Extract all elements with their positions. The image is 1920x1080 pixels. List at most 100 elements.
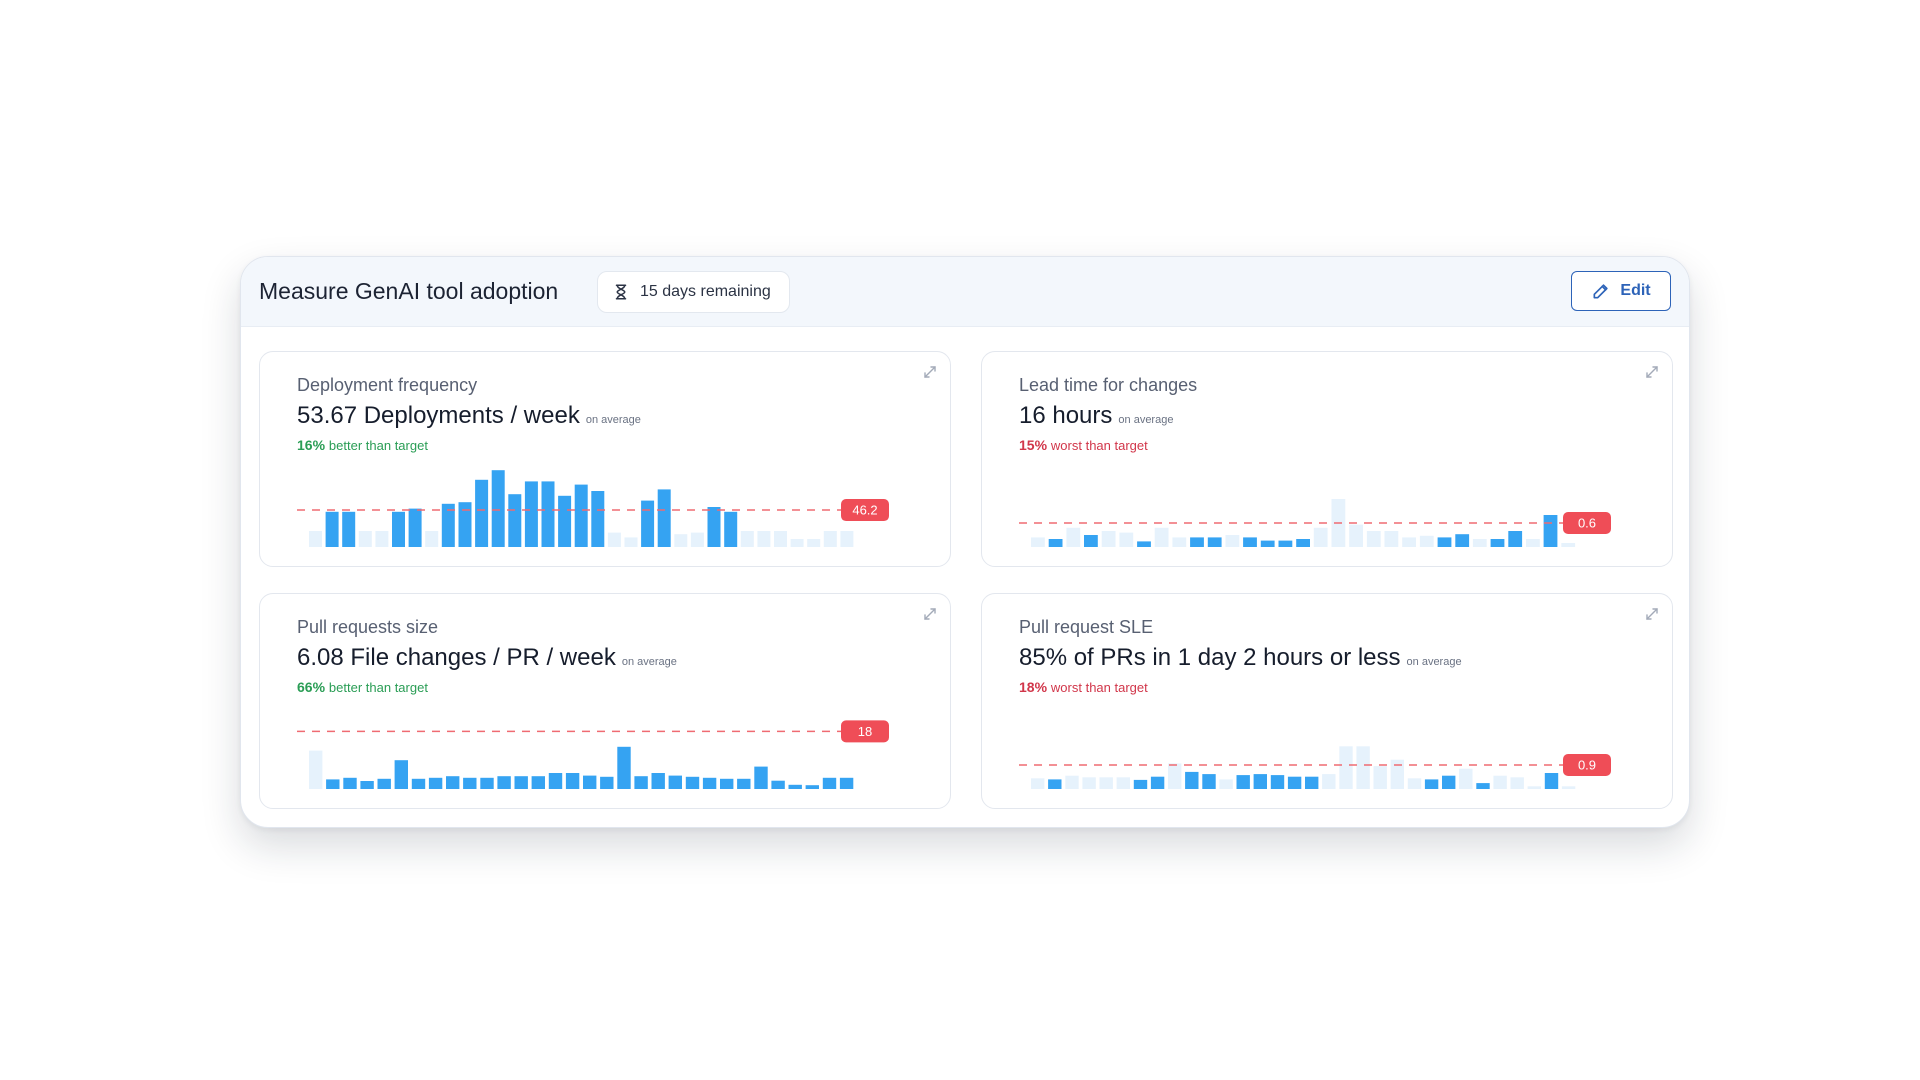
chart-bar — [1048, 539, 1063, 547]
chart-bar — [1253, 774, 1267, 789]
chart-bar — [634, 776, 648, 789]
chart-bar — [342, 511, 356, 547]
chart-bar — [508, 494, 522, 547]
expand-icon[interactable] — [922, 364, 938, 380]
edit-button-label: Edit — [1620, 282, 1651, 299]
metric-value: 85% of PRs in 1 day 2 hours or less on a… — [1019, 644, 1462, 672]
metric-value-main: 6.08 File changes / PR / week — [297, 644, 616, 671]
chart-bar — [1305, 776, 1319, 789]
metric-value-suffix: on average — [621, 656, 677, 668]
chart-bar — [408, 508, 422, 547]
chart-bar — [1278, 540, 1293, 547]
chart-bar — [1185, 771, 1199, 789]
chart-bar — [1048, 779, 1062, 789]
chart-bar — [1561, 543, 1576, 547]
chart-bar — [771, 780, 785, 789]
metric-delta: 15% worst than target — [1019, 437, 1148, 453]
chart-bar — [463, 777, 477, 789]
metric-value-suffix: on average — [1406, 656, 1462, 668]
metric-delta: 18% worst than target — [1019, 679, 1148, 695]
lead-time-chart: 0.6 — [1019, 499, 1611, 547]
expand-icon[interactable] — [1644, 606, 1660, 622]
chart-bar — [1313, 527, 1328, 547]
chart-bar — [807, 539, 821, 547]
chart-bar — [651, 773, 665, 789]
chart-bar — [1437, 537, 1452, 547]
chart-bar — [1419, 535, 1434, 547]
chart-bar — [1084, 535, 1098, 547]
chart-bar — [325, 511, 339, 547]
chart-bar — [1493, 775, 1507, 789]
chart-bar — [1561, 786, 1576, 789]
metric-delta-percent: 66% — [297, 679, 326, 695]
chart-bar — [607, 532, 621, 547]
expand-icon[interactable] — [922, 606, 938, 622]
chart-bar — [1472, 539, 1487, 547]
chart-bar — [790, 539, 804, 547]
chart-bar — [1366, 531, 1381, 547]
metric-card-pull-requests-size: Pull requests size 6.08 File changes / P… — [259, 593, 951, 809]
chart-bar — [1407, 778, 1422, 789]
chart-bar — [1243, 537, 1257, 547]
metric-value-main: 53.67 Deployments / week — [297, 402, 580, 429]
chart-bar — [1031, 537, 1045, 547]
metric-delta-percent: 15% — [1019, 437, 1048, 453]
chart-bar — [1150, 776, 1165, 789]
chart-bar — [375, 531, 389, 547]
deployment-frequency-chart: 46.2 — [297, 470, 889, 547]
chart-bar — [707, 507, 721, 547]
chart-bar — [1219, 779, 1233, 789]
metric-delta-text: worst than target — [1050, 438, 1148, 453]
metric-card-pull-request-sle: Pull request SLE 85% of PRs in 1 day 2 h… — [981, 593, 1673, 809]
metric-delta: 16% better than target — [297, 437, 428, 453]
metric-delta-text: better than target — [328, 680, 428, 695]
chart-bar — [674, 534, 688, 547]
chart-bar — [491, 470, 505, 547]
chart-bar — [411, 778, 426, 789]
chart-bar — [690, 532, 704, 547]
goal-panel: Measure GenAI tool adoption 15 days rema… — [240, 256, 1690, 828]
chart-bar — [788, 784, 802, 789]
chart-bar — [497, 776, 511, 789]
chart-bar — [360, 781, 374, 789]
metric-value-main: 85% of PRs in 1 day 2 hours or less — [1019, 644, 1401, 671]
pull-requests-size-chart: 18 — [297, 720, 889, 789]
chart-bar — [1455, 534, 1470, 547]
metric-delta: 66% better than target — [297, 679, 428, 695]
target-value-label: 0.9 — [1578, 758, 1596, 773]
chart-bar — [822, 777, 837, 789]
chart-bar — [1510, 777, 1524, 789]
chart-bar — [1390, 759, 1404, 789]
chart-bar — [1508, 531, 1523, 547]
chart-bar — [1527, 786, 1541, 789]
chart-bar — [724, 511, 738, 547]
chart-bar — [558, 495, 572, 547]
chart-bar — [740, 531, 754, 547]
chart-bar — [1119, 532, 1134, 547]
expand-icon[interactable] — [1644, 364, 1660, 380]
chart-bar — [524, 481, 538, 547]
chart-bar — [1402, 537, 1416, 547]
chart-bar — [823, 531, 837, 547]
chart-bar — [1339, 746, 1353, 789]
days-remaining-text: 15 days remaining — [640, 283, 771, 300]
metric-card-lead-time: Lead time for changes 16 hours on averag… — [981, 351, 1673, 567]
chart-bar — [480, 777, 494, 789]
edit-button[interactable]: Edit — [1571, 271, 1671, 311]
hourglass-icon — [615, 284, 627, 300]
chart-bar — [641, 500, 655, 547]
chart-bar — [1066, 527, 1081, 547]
chart-bar — [1082, 777, 1096, 789]
chart-bar — [1296, 539, 1310, 547]
metric-delta-text: worst than target — [1050, 680, 1148, 695]
chart-bar — [1116, 777, 1130, 789]
chart-bar — [1031, 778, 1045, 789]
chart-bar — [720, 778, 734, 789]
metric-delta-percent: 16% — [297, 437, 326, 453]
pencil-icon — [1593, 284, 1609, 299]
chart-bar — [774, 531, 787, 547]
metric-delta-text: better than target — [328, 438, 428, 453]
metric-title: Lead time for changes — [1019, 375, 1198, 395]
metric-value: 6.08 File changes / PR / week on average — [297, 644, 677, 672]
chart-bar — [309, 531, 322, 547]
